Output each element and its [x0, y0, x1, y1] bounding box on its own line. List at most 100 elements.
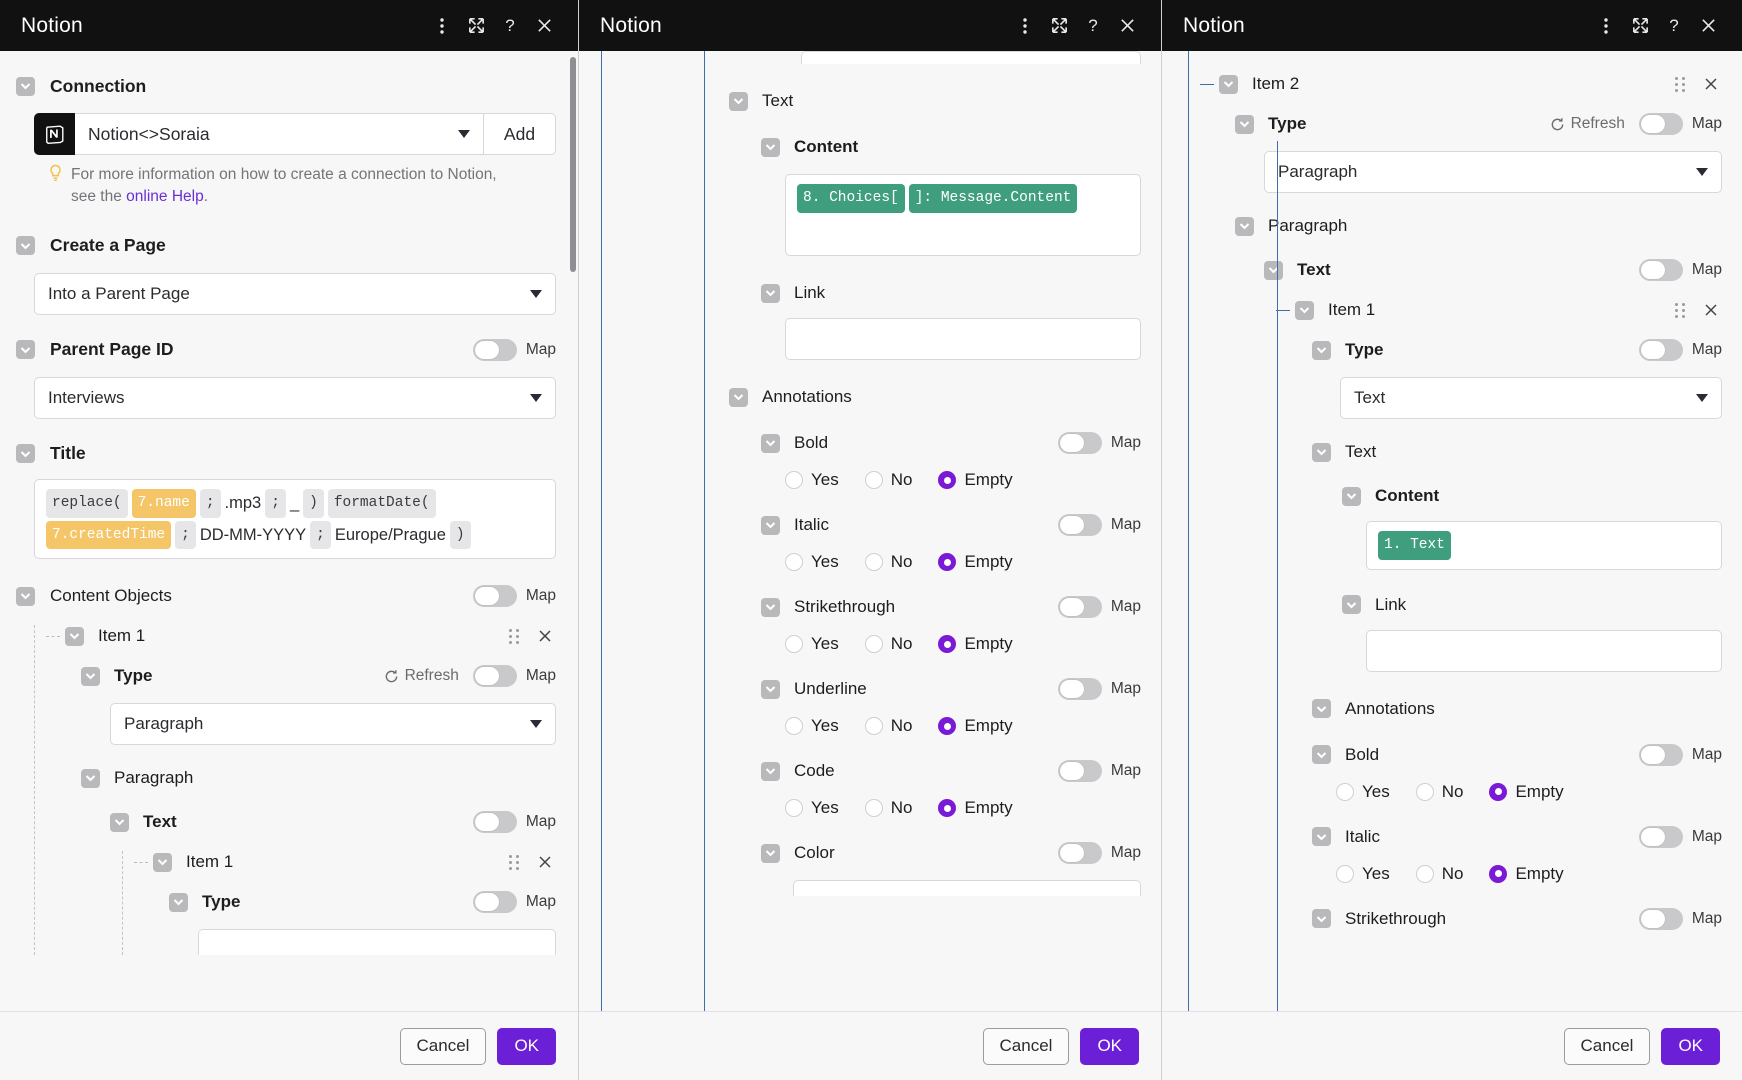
chevron-down-icon[interactable] [1312, 827, 1331, 847]
annotation-strikethrough-row[interactable]: Strikethrough Map [1188, 904, 1722, 934]
radio-yes[interactable]: Yes [1336, 782, 1390, 802]
chevron-down-icon[interactable] [761, 843, 780, 863]
tree-item-1[interactable]: Item 1 [1188, 299, 1722, 321]
remove-item-icon[interactable] [1700, 73, 1722, 95]
annotation-strikethrough-row[interactable]: Strikethrough Map [729, 592, 1141, 622]
tree-item-2[interactable]: Item 2 [1188, 73, 1722, 95]
chevron-down-icon[interactable] [1312, 909, 1331, 929]
type-map-toggle[interactable] [472, 665, 517, 688]
paragraph-row[interactable]: Paragraph [1188, 211, 1722, 241]
tree-item-1[interactable]: Item 1 [34, 625, 556, 647]
annotation-map-toggle[interactable] [1638, 743, 1683, 766]
kebab-menu-icon[interactable] [1589, 9, 1623, 43]
scrollbar-thumb[interactable] [570, 57, 576, 272]
text-row[interactable]: Text [729, 86, 1141, 116]
ok-button[interactable]: OK [497, 1027, 556, 1065]
item-2-type-select[interactable]: Paragraph [1264, 151, 1722, 193]
parent-page-id-map-toggle[interactable] [472, 338, 517, 361]
chevron-down-icon[interactable] [1342, 595, 1361, 615]
annotation-map-toggle[interactable] [1638, 825, 1683, 848]
scrolled-field-top[interactable] [801, 51, 1141, 64]
annotations-row[interactable]: Annotations [729, 382, 1141, 412]
chevron-down-icon[interactable] [761, 679, 780, 699]
radio-no[interactable]: No [1415, 864, 1463, 884]
chevron-down-icon[interactable] [729, 387, 748, 407]
title-formula-input[interactable]: replace(7.name; .mp3; _) formatDate(7.creat… [34, 478, 556, 560]
annotation-map-toggle[interactable] [1057, 432, 1102, 454]
chevron-down-icon[interactable] [16, 76, 35, 96]
formula-token[interactable]: 7.name [131, 488, 196, 518]
kebab-menu-icon[interactable] [1008, 9, 1042, 43]
chevron-down-icon[interactable] [1312, 340, 1331, 360]
annotation-italic-row[interactable]: Italic Map [729, 510, 1141, 540]
content-value-input[interactable]: 8. Choices[]: Message.Content [785, 174, 1141, 256]
scrollbar-track-1[interactable] [569, 51, 578, 1011]
radio-no[interactable]: No [864, 634, 912, 654]
refresh-button[interactable]: Refresh [1550, 115, 1625, 133]
remove-item-icon[interactable] [534, 625, 556, 647]
expand-icon[interactable] [459, 9, 493, 43]
annotations-row[interactable]: Annotations [1188, 694, 1722, 724]
annotation-map-toggle[interactable] [1057, 596, 1102, 618]
formula-token[interactable]: _ [290, 489, 299, 517]
paragraph-row[interactable]: Paragraph [34, 763, 556, 793]
formula-token[interactable]: ]: Message.Content [908, 184, 1078, 213]
content-row[interactable]: Content [729, 132, 1141, 162]
chevron-down-icon[interactable] [16, 586, 35, 606]
radio-no[interactable]: No [864, 552, 912, 572]
parent-page-id-select[interactable]: Interviews [34, 376, 556, 419]
formula-token[interactable]: ; [265, 488, 286, 518]
cancel-button[interactable]: Cancel [982, 1027, 1070, 1065]
link-input[interactable] [1366, 629, 1722, 672]
close-icon[interactable] [1110, 9, 1144, 43]
cancel-button[interactable]: Cancel [1563, 1027, 1651, 1065]
formula-token[interactable]: ; [199, 488, 221, 518]
chevron-down-icon[interactable] [761, 597, 780, 617]
radio-empty[interactable]: Empty [938, 798, 1013, 818]
text-inner-row[interactable]: Text [1188, 437, 1722, 467]
type-map-toggle[interactable] [1638, 339, 1683, 361]
help-icon[interactable]: ? [1657, 9, 1691, 43]
add-connection-button[interactable]: Add [484, 113, 556, 155]
connection-combo[interactable]: Notion<>Soraia Add [34, 113, 556, 155]
content-row[interactable]: Content [1188, 481, 1722, 511]
close-icon[interactable] [1691, 9, 1725, 43]
drag-handle-icon[interactable] [1675, 302, 1686, 318]
radio-yes[interactable]: Yes [785, 552, 839, 572]
content-value-input[interactable]: 1. Text [1366, 521, 1722, 570]
text-outer-row[interactable]: Text Map [1188, 255, 1722, 285]
radio-yes[interactable]: Yes [785, 470, 839, 490]
text-map-toggle[interactable] [472, 811, 517, 834]
type-map-toggle[interactable] [1638, 113, 1683, 135]
chevron-down-icon[interactable] [65, 626, 84, 646]
formula-token[interactable]: .mp3 [225, 489, 262, 517]
chevron-down-icon[interactable] [81, 666, 100, 686]
create-a-page-select[interactable]: Into a Parent Page [34, 272, 556, 315]
tree-item-1-inner[interactable]: Item 1 [122, 851, 556, 873]
formula-token[interactable]: ; [175, 520, 196, 550]
ok-button[interactable]: OK [1661, 1027, 1720, 1065]
refresh-button[interactable]: Refresh [384, 667, 459, 685]
section-create-a-page[interactable]: Create a Page [16, 231, 556, 261]
item-1-inner-type-row[interactable]: Type Map [122, 887, 556, 917]
radio-yes[interactable]: Yes [785, 716, 839, 736]
chevron-down-icon[interactable] [153, 852, 172, 872]
chevron-down-icon[interactable] [16, 444, 35, 464]
chevron-down-icon[interactable] [81, 768, 100, 788]
help-icon[interactable]: ? [1076, 9, 1110, 43]
content-objects-map-toggle[interactable] [472, 585, 517, 608]
annotation-map-toggle[interactable] [1057, 514, 1102, 536]
chevron-down-icon[interactable] [729, 91, 748, 111]
ok-button[interactable]: OK [1080, 1027, 1139, 1065]
chevron-down-icon[interactable] [761, 433, 780, 453]
annotation-map-toggle[interactable] [1057, 842, 1102, 864]
expand-icon[interactable] [1623, 9, 1657, 43]
remove-item-icon[interactable] [534, 851, 556, 873]
radio-empty[interactable]: Empty [938, 470, 1013, 490]
chevron-down-icon[interactable] [761, 515, 780, 535]
chevron-down-icon[interactable] [16, 340, 35, 360]
chevron-down-icon[interactable] [761, 137, 780, 157]
item-2-type-row[interactable]: Type Refresh Map [1188, 109, 1722, 139]
formula-token[interactable]: DD-MM-YYYY [200, 521, 306, 549]
kebab-menu-icon[interactable] [425, 9, 459, 43]
